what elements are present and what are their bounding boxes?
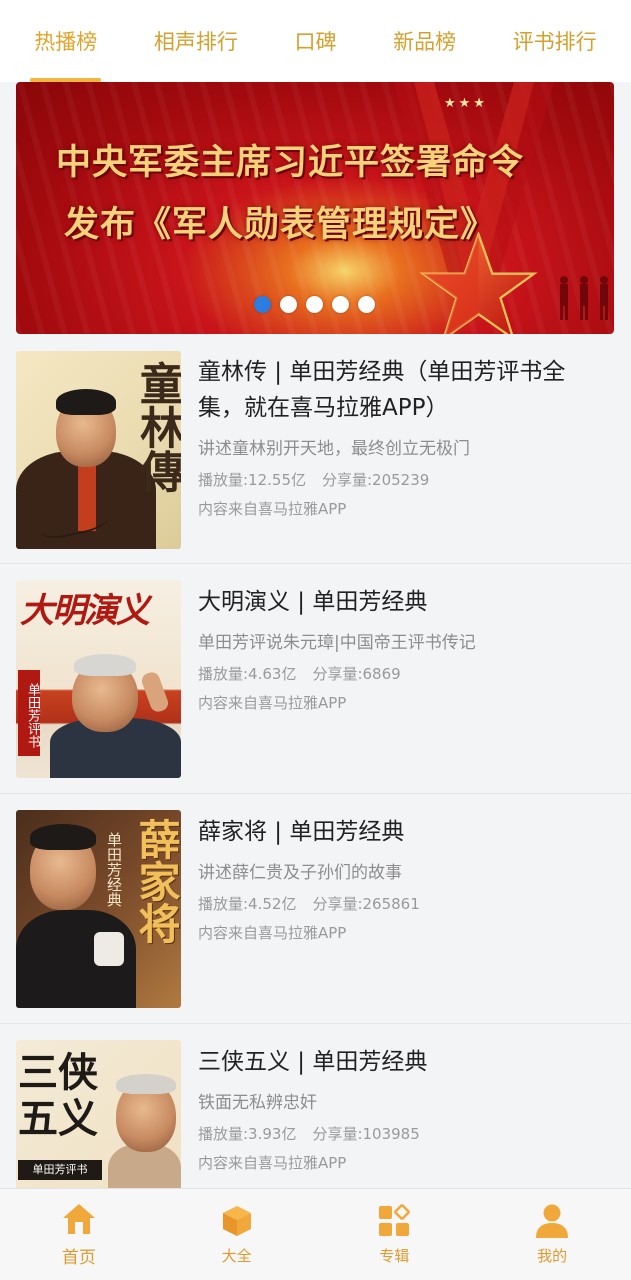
list-item[interactable]: 童林傳 童林传 | 单田芳经典（单田芳评书全集，就在喜马拉雅APP） 讲述童林别… (0, 334, 631, 564)
carousel-dot[interactable] (306, 296, 323, 313)
home-icon (61, 1201, 97, 1237)
item-description: 讲述童林别开天地，最终创立无极门 (198, 439, 470, 459)
item-info: 大明演义 | 单田芳经典 单田芳评说朱元璋|中国帝王评书传记 播放量:4.63亿… (198, 584, 611, 713)
tab-label: 口碑 (294, 30, 337, 54)
tab-reputation[interactable]: 口碑 (290, 0, 340, 82)
item-stats: 播放量:3.93亿 分享量:103985 (198, 1123, 611, 1144)
user-icon (534, 1203, 570, 1239)
item-info: 童林传 | 单田芳经典（单田芳评书全集，就在喜马拉雅APP） 讲述童林别开天地，… (198, 354, 611, 519)
item-info: 三侠五义 | 单田芳经典 铁面无私辨忠奸 播放量:3.93亿 分享量:10398… (198, 1044, 611, 1173)
nav-label: 我的 (537, 1247, 568, 1265)
cube-icon (219, 1203, 255, 1239)
soldiers-silhouette (560, 276, 608, 320)
apps-icon (376, 1203, 412, 1239)
nav-label: 大全 (221, 1247, 252, 1265)
bottom-navigation: 首页 大全 专辑 我的 (0, 1188, 631, 1280)
tab-hot[interactable]: 热播榜 (30, 0, 102, 82)
play-count: 播放量:4.52亿 (198, 895, 297, 913)
cover-figure-hair (56, 389, 116, 415)
item-source: 内容来自喜马拉雅APP (198, 924, 347, 942)
banner-stars: ★★★ (444, 96, 488, 111)
tab-new-releases[interactable]: 新品榜 (389, 0, 460, 82)
cover-tag: 单田芳评书 (18, 670, 40, 756)
list-item[interactable]: 单田芳经典 薛家将 薛家将 | 单田芳经典 讲述薛仁贵及子孙们的故事 播放量:4… (0, 794, 631, 1024)
item-source: 内容来自喜马拉雅APP (198, 1154, 347, 1172)
album-cover: 童林傳 (16, 351, 181, 549)
tab-crosstalk-ranking[interactable]: 相声排行 (150, 0, 242, 82)
star-icon (419, 232, 538, 334)
cover-tag: 单田芳评书 (18, 1160, 102, 1180)
album-cover: 三侠五义 单田芳评书 (16, 1040, 181, 1190)
banner-headline-line1: 中央军委主席习近平签署命令 (55, 142, 524, 183)
cover-figure-hair (116, 1074, 176, 1094)
carousel-dot[interactable] (358, 296, 375, 313)
carousel-dot[interactable] (332, 296, 349, 313)
item-title: 薛家将 | 单田芳经典 (198, 819, 405, 845)
tab-label: 热播榜 (34, 30, 98, 54)
play-count: 播放量:12.55亿 (198, 471, 306, 489)
cover-title: 薛家将 (132, 818, 181, 944)
album-cover: 单田芳经典 薛家将 (16, 810, 181, 1008)
item-stats: 播放量:12.55亿 分享量:205239 (198, 469, 611, 490)
item-description: 铁面无私辨忠奸 (198, 1093, 317, 1113)
carousel-dot[interactable] (254, 296, 271, 313)
item-title: 童林传 | 单田芳经典（单田芳评书全集，就在喜马拉雅APP） (198, 359, 566, 421)
cover-title: 童林傳 (132, 361, 181, 493)
item-source: 内容来自喜马拉雅APP (198, 500, 347, 518)
item-stats: 播放量:4.52亿 分享量:265861 (198, 893, 611, 914)
play-count: 播放量:3.93亿 (198, 1125, 297, 1143)
carousel-indicator (254, 296, 375, 313)
item-title: 大明演义 | 单田芳经典 (198, 589, 428, 615)
item-description: 单田芳评说朱元璋|中国帝王评书传记 (198, 633, 476, 653)
play-count: 播放量:4.63亿 (198, 665, 297, 683)
item-description: 讲述薛仁贵及子孙们的故事 (198, 863, 402, 883)
cover-title: 大明演义 (20, 591, 150, 631)
tab-label: 评书排行 (512, 30, 597, 54)
tab-storytelling-ranking[interactable]: 评书排行 (509, 0, 601, 82)
banner-carousel[interactable]: ★★★ 中央军委主席习近平签署命令 发布《军人勋表管理规定》 (16, 82, 614, 334)
cover-figure-cuff (94, 932, 124, 966)
tab-label: 新品榜 (393, 30, 457, 54)
cover-figure-hair (74, 654, 136, 676)
cover-title: 三侠五义 (18, 1049, 98, 1142)
list-item[interactable]: 大明演义 单田芳评书 大明演义 | 单田芳经典 单田芳评说朱元璋|中国帝王评书传… (0, 564, 631, 794)
nav-home[interactable]: 首页 (19, 1201, 139, 1268)
item-source: 内容来自喜马拉雅APP (198, 694, 347, 712)
share-count: 分享量:6869 (312, 665, 401, 683)
nav-label: 专辑 (379, 1247, 410, 1265)
item-stats: 播放量:4.63亿 分享量:6869 (198, 663, 611, 684)
cover-figure-hand (139, 670, 171, 714)
tab-label: 相声排行 (153, 30, 238, 54)
nav-catalog[interactable]: 大全 (177, 1203, 297, 1266)
nav-label: 首页 (61, 1248, 96, 1268)
cover-tag: 单田芳经典 (105, 832, 123, 907)
carousel-dot[interactable] (280, 296, 297, 313)
share-count: 分享量:205239 (322, 471, 430, 489)
nav-albums[interactable]: 专辑 (334, 1203, 454, 1266)
share-count: 分享量:103985 (312, 1125, 420, 1143)
banner-headline-line2: 发布《军人勋表管理规定》 (63, 204, 496, 245)
item-info: 薛家将 | 单田芳经典 讲述薛仁贵及子孙们的故事 播放量:4.52亿 分享量:2… (198, 814, 611, 943)
top-tab-bar: 热播榜 相声排行 口碑 新品榜 评书排行 (0, 0, 631, 82)
cover-figure-hair (30, 824, 96, 850)
item-title: 三侠五义 | 单田芳经典 (198, 1049, 428, 1075)
album-cover: 大明演义 单田芳评书 (16, 580, 181, 778)
nav-profile[interactable]: 我的 (492, 1203, 612, 1266)
share-count: 分享量:265861 (312, 895, 420, 913)
